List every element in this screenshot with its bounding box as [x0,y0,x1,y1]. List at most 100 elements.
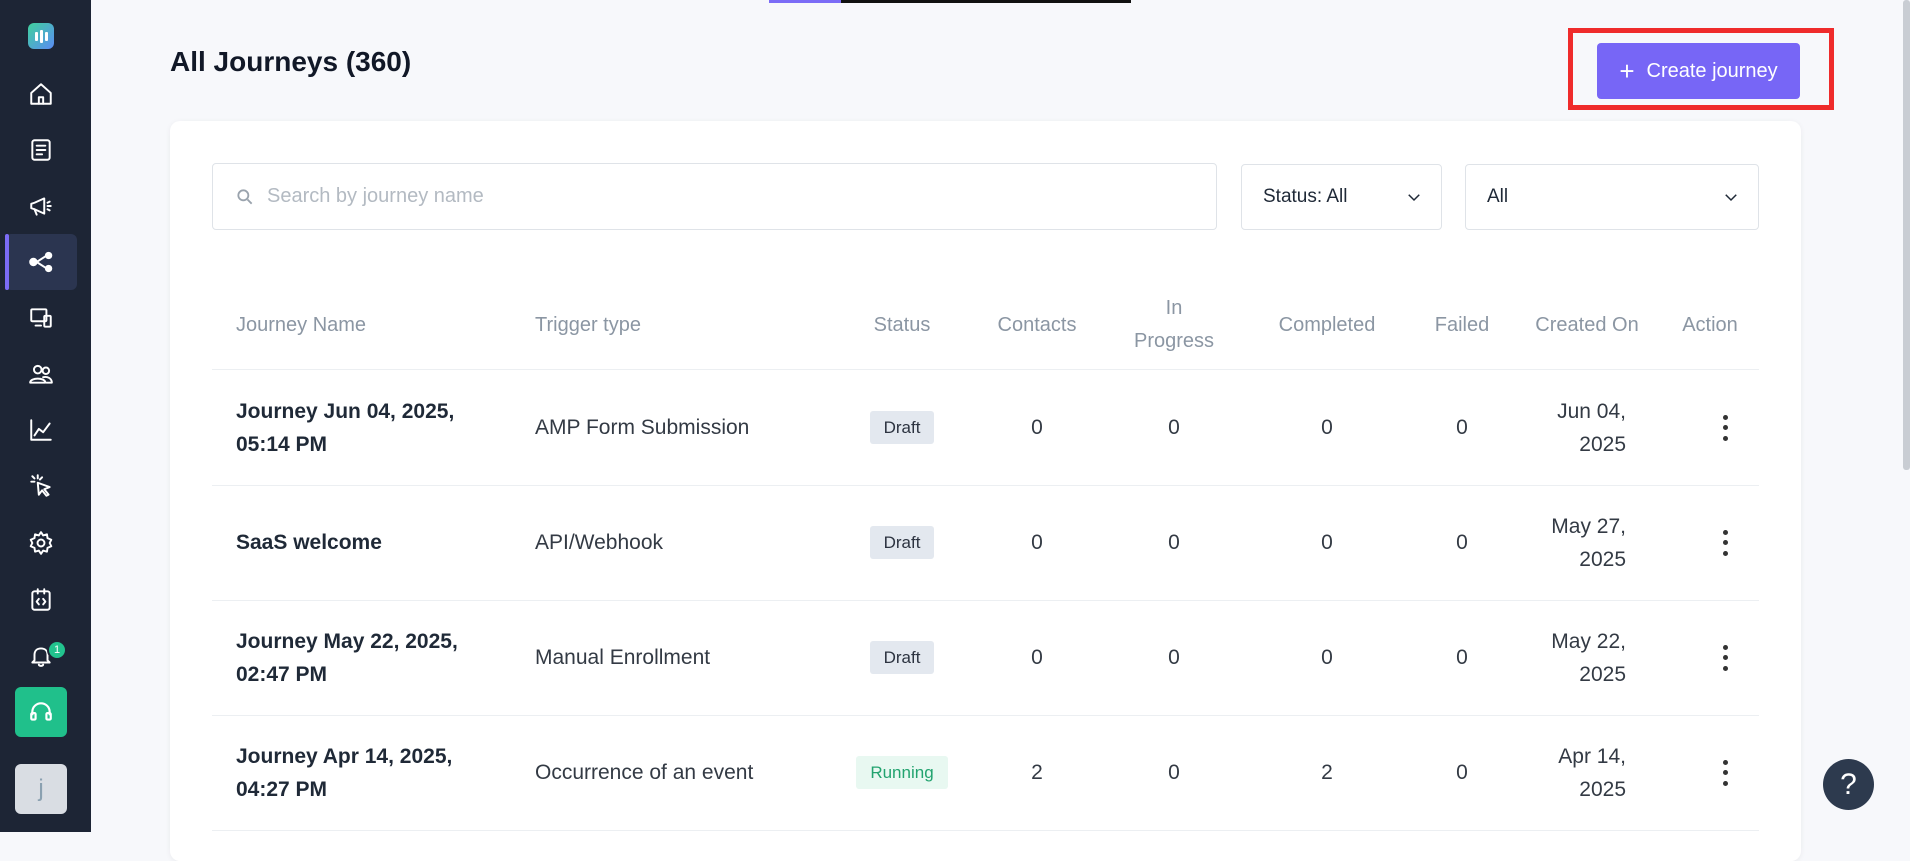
trigger-type: API/Webhook [535,531,664,554]
in-progress-value: 0 [1168,646,1180,669]
type-filter-label: All [1487,186,1509,207]
journey-name-line1: SaaS welcome [236,531,382,554]
in-progress-value: 0 [1168,761,1180,784]
created-on-line2: 2025 [1579,432,1626,456]
failed-value: 0 [1456,646,1468,669]
row-actions-button[interactable] [1677,485,1773,600]
in-progress-value: 0 [1168,416,1180,439]
journey-name-line1: Journey Jun 04, 2025, [236,399,455,423]
kebab-icon [1722,644,1728,671]
journey-name[interactable]: SaaS welcome [236,485,516,600]
create-journey-label: Create journey [1646,59,1778,82]
col-contacts[interactable]: Contacts [972,281,1102,369]
users-icon[interactable] [5,346,77,402]
app-logo[interactable] [28,23,54,49]
row-actions-button[interactable] [1677,715,1773,830]
megaphone-icon[interactable] [5,178,77,234]
status-badge: Draft [869,641,935,674]
contacts-value: 0 [1031,416,1043,439]
created-on-line1: Apr 14, [1558,744,1626,768]
home-icon[interactable] [5,66,77,122]
code-icon[interactable] [5,572,77,628]
journey-name[interactable]: Journey Apr 14, 2025, 04:27 PM [236,715,516,830]
failed-value: 0 [1456,531,1468,554]
in-progress-value: 0 [1168,531,1180,554]
status-cell: Draft [839,600,965,715]
created-on-line1: May 27, [1551,514,1626,538]
search-input[interactable] [265,184,1169,209]
created-on-line1: May 22, [1551,629,1626,653]
clipboard-icon[interactable] [5,122,77,178]
col-completed[interactable]: Completed [1252,281,1402,369]
table-row[interactable]: SaaS welcome API/Webhook Draft 0 0 0 0 M… [212,485,1759,601]
col-action: Action [1682,313,1738,336]
created-on-line2: 2025 [1579,777,1626,801]
table-row[interactable]: Journey May 22, 2025, 02:47 PM Manual En… [212,600,1759,716]
type-filter-select[interactable]: All [1465,164,1759,230]
trigger-type: Occurrence of an event [535,761,754,784]
journey-name-line1: Journey Apr 14, 2025, [236,744,453,768]
created-on-line2: 2025 [1579,547,1626,571]
avatar[interactable]: j [15,764,67,814]
help-button[interactable]: ? [1823,759,1874,810]
col-trigger-type[interactable]: Trigger type [535,281,785,369]
contacts-value: 0 [1031,531,1043,554]
col-in-progress[interactable]: In Progress [1109,281,1239,369]
status-cell: Draft [839,485,965,600]
table-row[interactable]: Journey Apr 14, 2025, 04:27 PM Occurrenc… [212,715,1759,831]
trigger-type: Manual Enrollment [535,646,711,669]
contacts-value: 0 [1031,646,1043,669]
failed-value: 0 [1456,416,1468,439]
bell-icon[interactable]: 1 [5,628,77,684]
created-on-line2: 2025 [1579,662,1626,686]
chevron-down-icon [1408,194,1420,202]
status-badge: Running [856,756,948,789]
journeys-card: Status: All All Journey Name Trigger typ… [170,121,1801,861]
screen-icon[interactable] [5,290,77,346]
col-status[interactable]: Status [839,281,965,369]
kebab-icon [1722,414,1728,441]
created-on-line1: Jun 04, [1557,399,1626,423]
status-filter-select[interactable]: Status: All [1241,164,1442,230]
cursor-click-icon[interactable] [5,458,77,514]
completed-value: 2 [1321,761,1333,784]
journey-name-line1: Journey May 22, 2025, [236,629,458,653]
page-title: All Journeys (360) [170,46,412,77]
completed-value: 0 [1321,531,1333,554]
completed-value: 0 [1321,646,1333,669]
created-on-value: May 27, 2025 [1512,485,1626,600]
status-cell: Draft [839,370,965,485]
tab-indicator [841,0,1131,3]
completed-value: 0 [1321,416,1333,439]
failed-value: 0 [1456,761,1468,784]
status-filter-label: Status: All [1263,186,1348,207]
table-row[interactable]: Journey Jun 04, 2025, 05:14 PM AMP Form … [212,370,1759,486]
scrollbar[interactable] [1903,0,1910,470]
trigger-type: AMP Form Submission [535,416,750,439]
journey-name[interactable]: Journey Jun 04, 2025, 05:14 PM [236,370,516,485]
gear-icon[interactable] [5,515,77,571]
col-created-on[interactable]: Created On [1512,281,1662,369]
create-journey-button[interactable]: + Create journey [1597,43,1800,99]
col-journey-name[interactable]: Journey Name [236,281,516,369]
contacts-value: 2 [1031,761,1043,784]
created-on-value: May 22, 2025 [1512,600,1626,715]
table-header: Journey Name Trigger type Status Contact… [212,281,1759,370]
status-cell: Running [839,715,965,830]
row-actions-button[interactable] [1677,370,1773,485]
journey-name[interactable]: Journey May 22, 2025, 02:47 PM [236,600,516,715]
row-actions-button[interactable] [1677,600,1773,715]
tab-indicator-active [769,0,841,3]
status-badge: Draft [869,526,935,559]
sidebar: 1 j [0,0,91,832]
kebab-icon [1722,759,1728,786]
journey-icon[interactable] [5,234,77,290]
journey-name-line2: 05:14 PM [236,432,328,456]
headset-icon[interactable] [15,687,67,737]
col-in-progress-line1: In [1165,297,1183,319]
created-on-value: Jun 04, 2025 [1512,370,1626,485]
chart-icon[interactable] [5,402,77,458]
col-in-progress-line2: Progress [1133,330,1215,352]
col-failed[interactable]: Failed [1402,281,1522,369]
chevron-down-icon [1725,194,1737,202]
